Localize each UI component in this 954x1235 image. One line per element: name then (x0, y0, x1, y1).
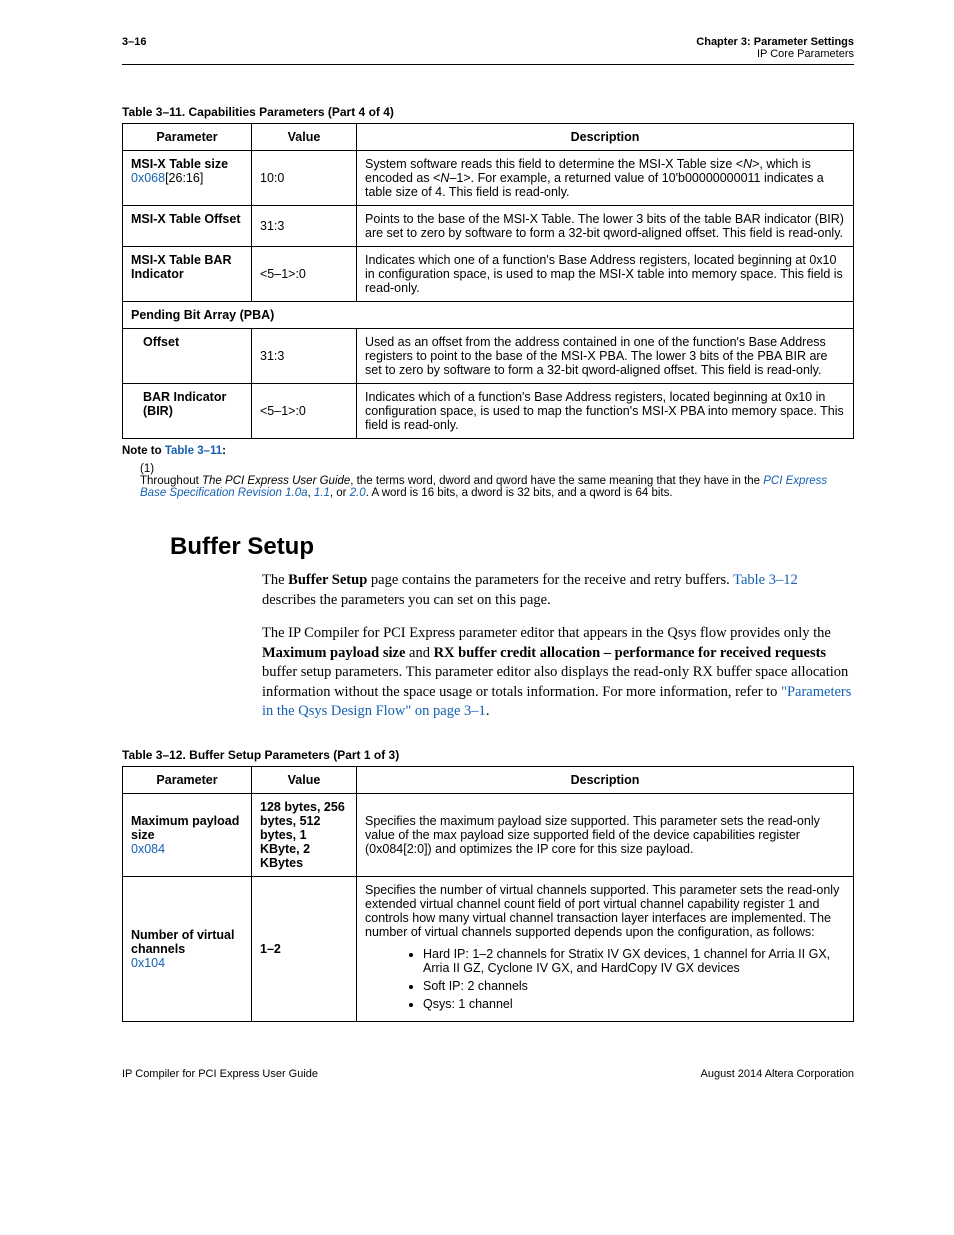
list-item: Hard IP: 1–2 channels for Stratix IV GX … (423, 947, 845, 975)
chapter-subtitle: IP Core Parameters (696, 48, 854, 60)
note-colon: : (222, 445, 226, 457)
note-number: (1) (140, 463, 162, 475)
value-cell: 1–2 (252, 876, 357, 1021)
th-description: Description (357, 124, 854, 151)
value-cell: <5–1>:0 (252, 247, 357, 302)
desc-text: System software reads this field to dete… (365, 157, 743, 171)
chapter-title: Chapter 3: Parameter Settings (696, 36, 854, 48)
table-ref-link[interactable]: Table 3–12 (733, 572, 798, 588)
note-text: , or (330, 487, 350, 499)
th-value: Value (252, 124, 357, 151)
para-text: . (486, 703, 490, 719)
section-header-cell: Pending Bit Array (PBA) (123, 302, 854, 329)
table-row: Offset 31:3 Used as an offset from the a… (123, 329, 854, 384)
param-cell: MSI-X Table Offset (123, 206, 252, 247)
para-text: and (405, 645, 433, 661)
note-text: Throughout (140, 475, 202, 487)
desc-cell: System software reads this field to dete… (357, 151, 854, 206)
table-row: MSI-X Table BAR Indicator <5–1>:0 Indica… (123, 247, 854, 302)
param-text: MSI-X Table size (131, 157, 228, 171)
page-number: 3–16 (122, 36, 146, 48)
value-cell: 31:3 (252, 206, 357, 247)
table-row: Maximum payload size 0x084 128 bytes, 25… (123, 793, 854, 876)
note-spec-link[interactable]: 2.0 (350, 487, 366, 499)
desc-cell: Specifies the number of virtual channels… (357, 876, 854, 1021)
table-row: MSI-X Table Offset 31:3 Points to the ba… (123, 206, 854, 247)
footer-left: IP Compiler for PCI Express User Guide (122, 1068, 318, 1080)
body-paragraph: The IP Compiler for PCI Express paramete… (262, 624, 854, 722)
table-311: Parameter Value Description MSI-X Table … (122, 123, 854, 439)
desc-cell: Points to the base of the MSI-X Table. T… (357, 206, 854, 247)
para-text: page contains the parameters for the rec… (371, 572, 733, 588)
value-cell: 128 bytes, 256 bytes, 512 bytes, 1 KByte… (252, 793, 357, 876)
param-register-link[interactable]: 0x068 (131, 171, 165, 185)
th-description: Description (357, 766, 854, 793)
para-text: The (262, 572, 288, 588)
table-note-header: Note to Table 3–11: (122, 445, 854, 457)
param-register-bits: [26:16] (165, 171, 203, 185)
note-spec-link[interactable]: 1.1 (314, 487, 330, 499)
note-text: . A word is 16 bits, a dword is 32 bits,… (366, 487, 673, 499)
table-row: MSI-X Table size 0x068[26:16] 10:0 Syste… (123, 151, 854, 206)
para-bold: Buffer Setup (288, 572, 371, 588)
para-text: buffer setup parameters. This parameter … (262, 664, 848, 700)
value-cell: 31:3 (252, 329, 357, 384)
desc-cell: Used as an offset from the address conta… (357, 329, 854, 384)
value-cell: <5–1>:0 (252, 384, 357, 439)
section-heading-buffer-setup: Buffer Setup (170, 533, 854, 561)
param-cell: Number of virtual channels 0x104 (123, 876, 252, 1021)
value-cell: 10:0 (252, 151, 357, 206)
note-label: Note to (122, 445, 165, 457)
list-item: Soft IP: 2 channels (423, 979, 845, 993)
param-cell: BAR Indicator (BIR) (123, 384, 252, 439)
desc-var: N (743, 157, 752, 171)
table-section-row: Pending Bit Array (PBA) (123, 302, 854, 329)
note-guide-title: The PCI Express User Guide (202, 475, 350, 487)
th-parameter: Parameter (123, 766, 252, 793)
param-cell: MSI-X Table size 0x068[26:16] (123, 151, 252, 206)
chapter-title-block: Chapter 3: Parameter Settings IP Core Pa… (696, 36, 854, 60)
body-paragraph: The Buffer Setup page contains the param… (262, 571, 854, 610)
note-text: , the terms word, dword and qword have t… (350, 475, 763, 487)
table-312-caption: Table 3–12. Buffer Setup Parameters (Par… (122, 748, 854, 762)
header-rule (122, 64, 854, 65)
page-header: 3–16 Chapter 3: Parameter Settings IP Co… (122, 36, 854, 60)
para-bold: Maximum payload size (262, 645, 405, 661)
param-register-link[interactable]: 0x104 (131, 956, 165, 970)
desc-list: Hard IP: 1–2 channels for Stratix IV GX … (383, 947, 845, 1011)
table-row: BAR Indicator (BIR) <5–1>:0 Indicates wh… (123, 384, 854, 439)
param-cell: Maximum payload size 0x084 (123, 793, 252, 876)
list-item: Qsys: 1 channel (423, 997, 845, 1011)
note-body: Throughout The PCI Express User Guide, t… (140, 475, 830, 499)
param-cell: MSI-X Table BAR Indicator (123, 247, 252, 302)
para-text: describes the parameters you can set on … (262, 592, 551, 608)
th-value: Value (252, 766, 357, 793)
param-register-link[interactable]: 0x084 (131, 842, 165, 856)
desc-cell: Indicates which one of a function's Base… (357, 247, 854, 302)
table-row: Number of virtual channels 0x104 1–2 Spe… (123, 876, 854, 1021)
para-text: The IP Compiler for PCI Express paramete… (262, 625, 831, 641)
desc-cell: Specifies the maximum payload size suppo… (357, 793, 854, 876)
para-bold: RX buffer credit allocation – performanc… (434, 645, 826, 661)
footer-right: August 2014 Altera Corporation (701, 1068, 855, 1080)
table-note: (1) Throughout The PCI Express User Guid… (140, 463, 854, 499)
desc-text: Specifies the number of virtual channels… (365, 883, 839, 939)
desc-cell: Indicates which of a function's Base Add… (357, 384, 854, 439)
param-text: Number of virtual channels (131, 928, 235, 956)
page-footer: IP Compiler for PCI Express User Guide A… (122, 1068, 854, 1080)
th-parameter: Parameter (123, 124, 252, 151)
param-text: Maximum payload size (131, 814, 239, 842)
param-cell: Offset (123, 329, 252, 384)
table-311-caption: Table 3–11. Capabilities Parameters (Par… (122, 105, 854, 119)
table-312: Parameter Value Description Maximum payl… (122, 766, 854, 1022)
note-link[interactable]: Table 3–11 (165, 445, 222, 457)
